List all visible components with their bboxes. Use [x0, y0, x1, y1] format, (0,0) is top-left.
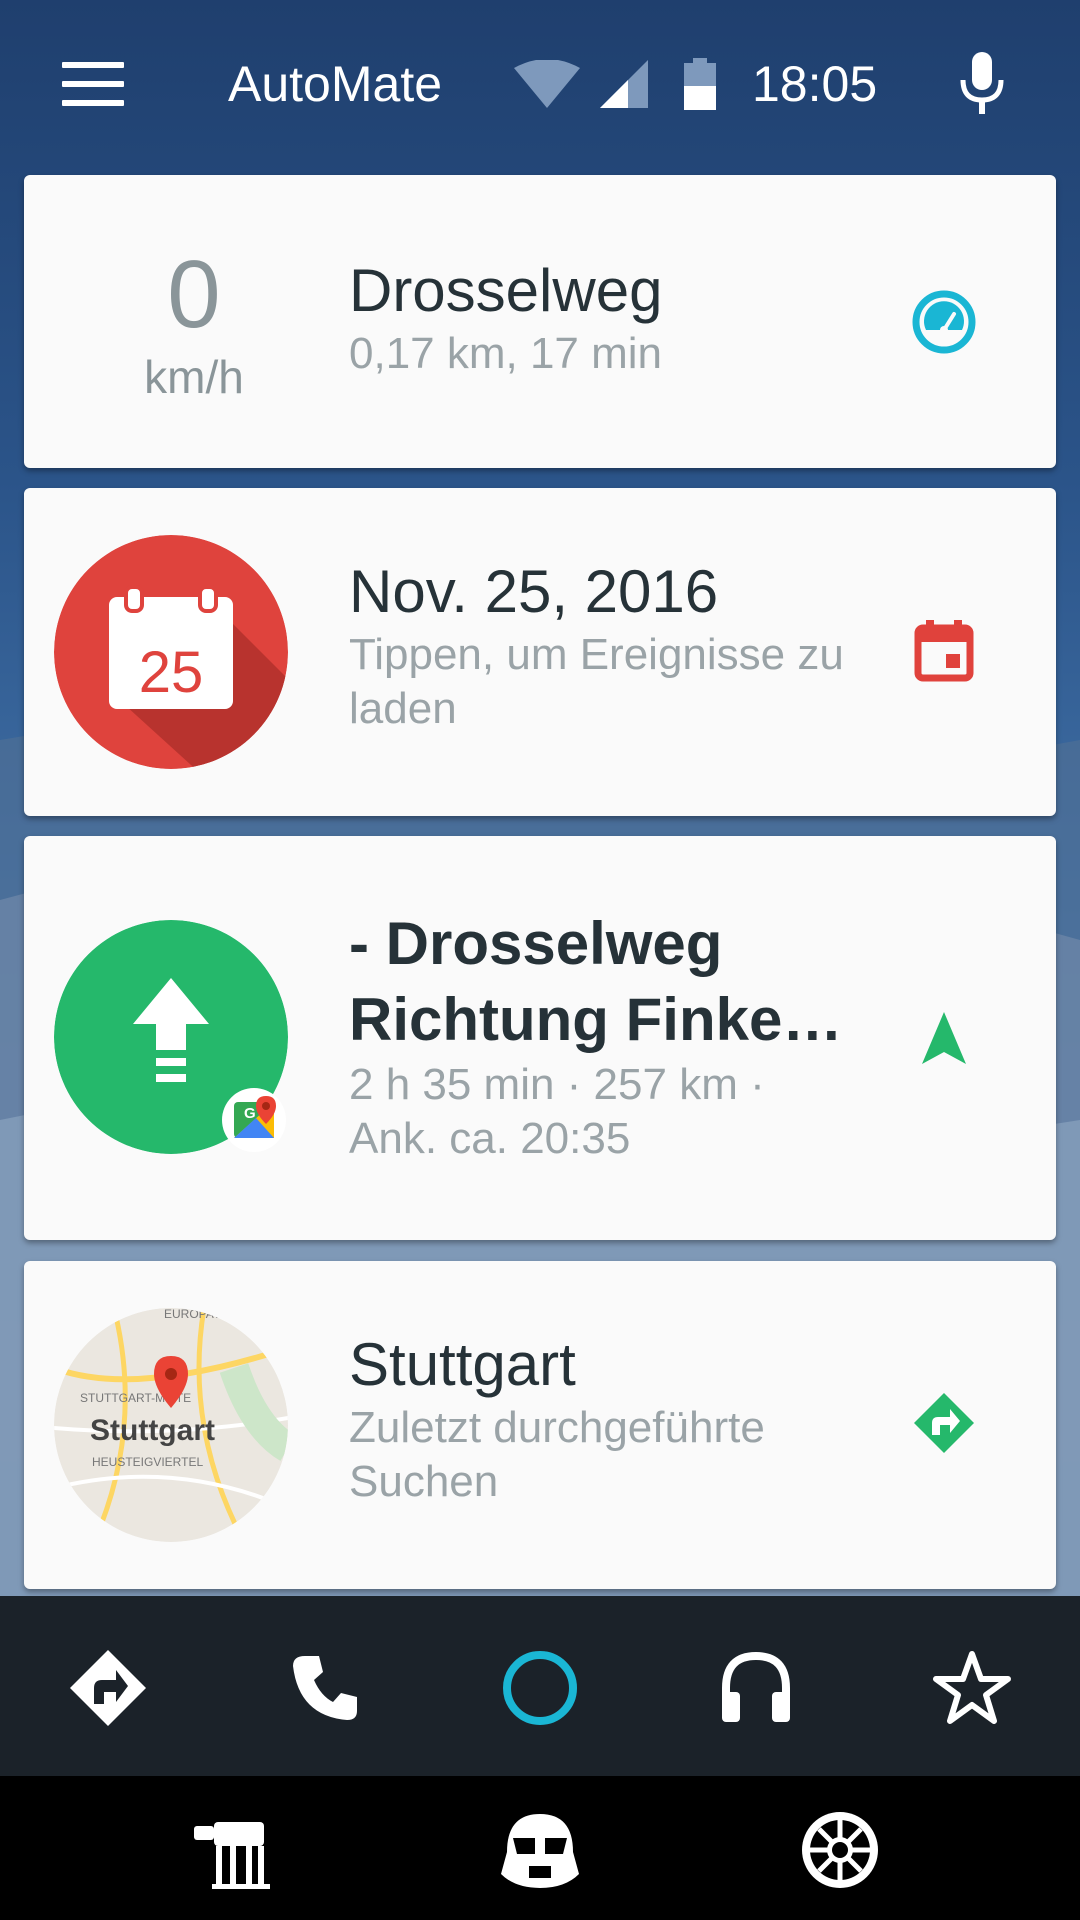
calendar-card[interactable]: 25 Nov. 25, 2016 Tippen, um Ereignisse z… — [24, 488, 1056, 816]
google-maps-icon: G — [222, 1088, 286, 1152]
headphones-icon[interactable] — [716, 1648, 796, 1728]
navigation-card[interactable]: G - Drosselweg Richtung Finke… 2 h 35 mi… — [24, 836, 1056, 1240]
speed-unit: km/h — [144, 351, 244, 403]
calendar-subtitle: Tippen, um Ereignisse zu laden — [349, 630, 844, 733]
speedometer-icon[interactable] — [912, 290, 976, 354]
microphone-icon[interactable] — [958, 52, 1006, 114]
route-duration-distance: 2 h 35 min · 257 km · — [349, 1060, 765, 1109]
search-subtitle: Zuletzt durchgeführte Suchen — [349, 1403, 765, 1506]
battery-icon — [684, 58, 716, 110]
star-icon[interactable] — [932, 1648, 1012, 1728]
map-thumbnail: EUROPAVIERTEL STUTTGART-MITTE Stuttgart … — [54, 1308, 288, 1542]
theme-bar — [0, 1776, 1080, 1920]
location-subtitle: 0,17 km, 17 min — [349, 329, 663, 378]
menu-icon[interactable] — [62, 62, 124, 106]
stormtrooper-helmet-icon[interactable] — [495, 1808, 585, 1892]
search-title: Stuttgart — [349, 1331, 576, 1398]
calendar-app-icon: 25 — [54, 535, 288, 769]
route-title: - Drosselweg Richtung Finke… — [349, 910, 843, 1053]
map-district-europaviertel: EUROPAVIERTEL — [164, 1308, 263, 1321]
assistant-circle-icon[interactable] — [500, 1648, 580, 1728]
directions-icon[interactable] — [912, 1391, 976, 1455]
speed-value: 0 — [167, 241, 221, 348]
calendar-icon[interactable] — [912, 618, 976, 682]
app-title: AutoMate — [228, 56, 443, 112]
speed-display: 0 km/h — [84, 245, 304, 407]
svg-text:G: G — [244, 1105, 256, 1122]
date-title: Nov. 25, 2016 — [349, 558, 719, 625]
at-at-walker-icon[interactable] — [190, 1808, 280, 1892]
phone-icon[interactable] — [285, 1648, 365, 1728]
search-card[interactable]: EUROPAVIERTEL STUTTGART-MITTE Stuttgart … — [24, 1261, 1056, 1589]
directions-icon[interactable] — [68, 1648, 148, 1728]
calendar-day: 25 — [139, 640, 204, 705]
navigation-arrow-icon[interactable] — [912, 1006, 976, 1070]
speed-card[interactable]: 0 km/h Drosselweg 0,17 km, 17 min — [24, 175, 1056, 468]
status-bar: AutoMate 18:05 — [0, 0, 1080, 172]
wifi-icon — [514, 60, 580, 108]
bottom-nav-bar — [0, 1596, 1080, 1776]
map-city-label: Stuttgart — [90, 1414, 215, 1447]
galactic-empire-icon[interactable] — [795, 1808, 885, 1892]
route-arrival: Ank. ca. 20:35 — [349, 1114, 631, 1163]
clock: 18:05 — [752, 56, 878, 112]
location-title: Drosselweg — [349, 257, 663, 324]
map-district-heusteig: HEUSTEIGVIERTEL — [92, 1455, 203, 1469]
signal-icon — [600, 60, 648, 108]
